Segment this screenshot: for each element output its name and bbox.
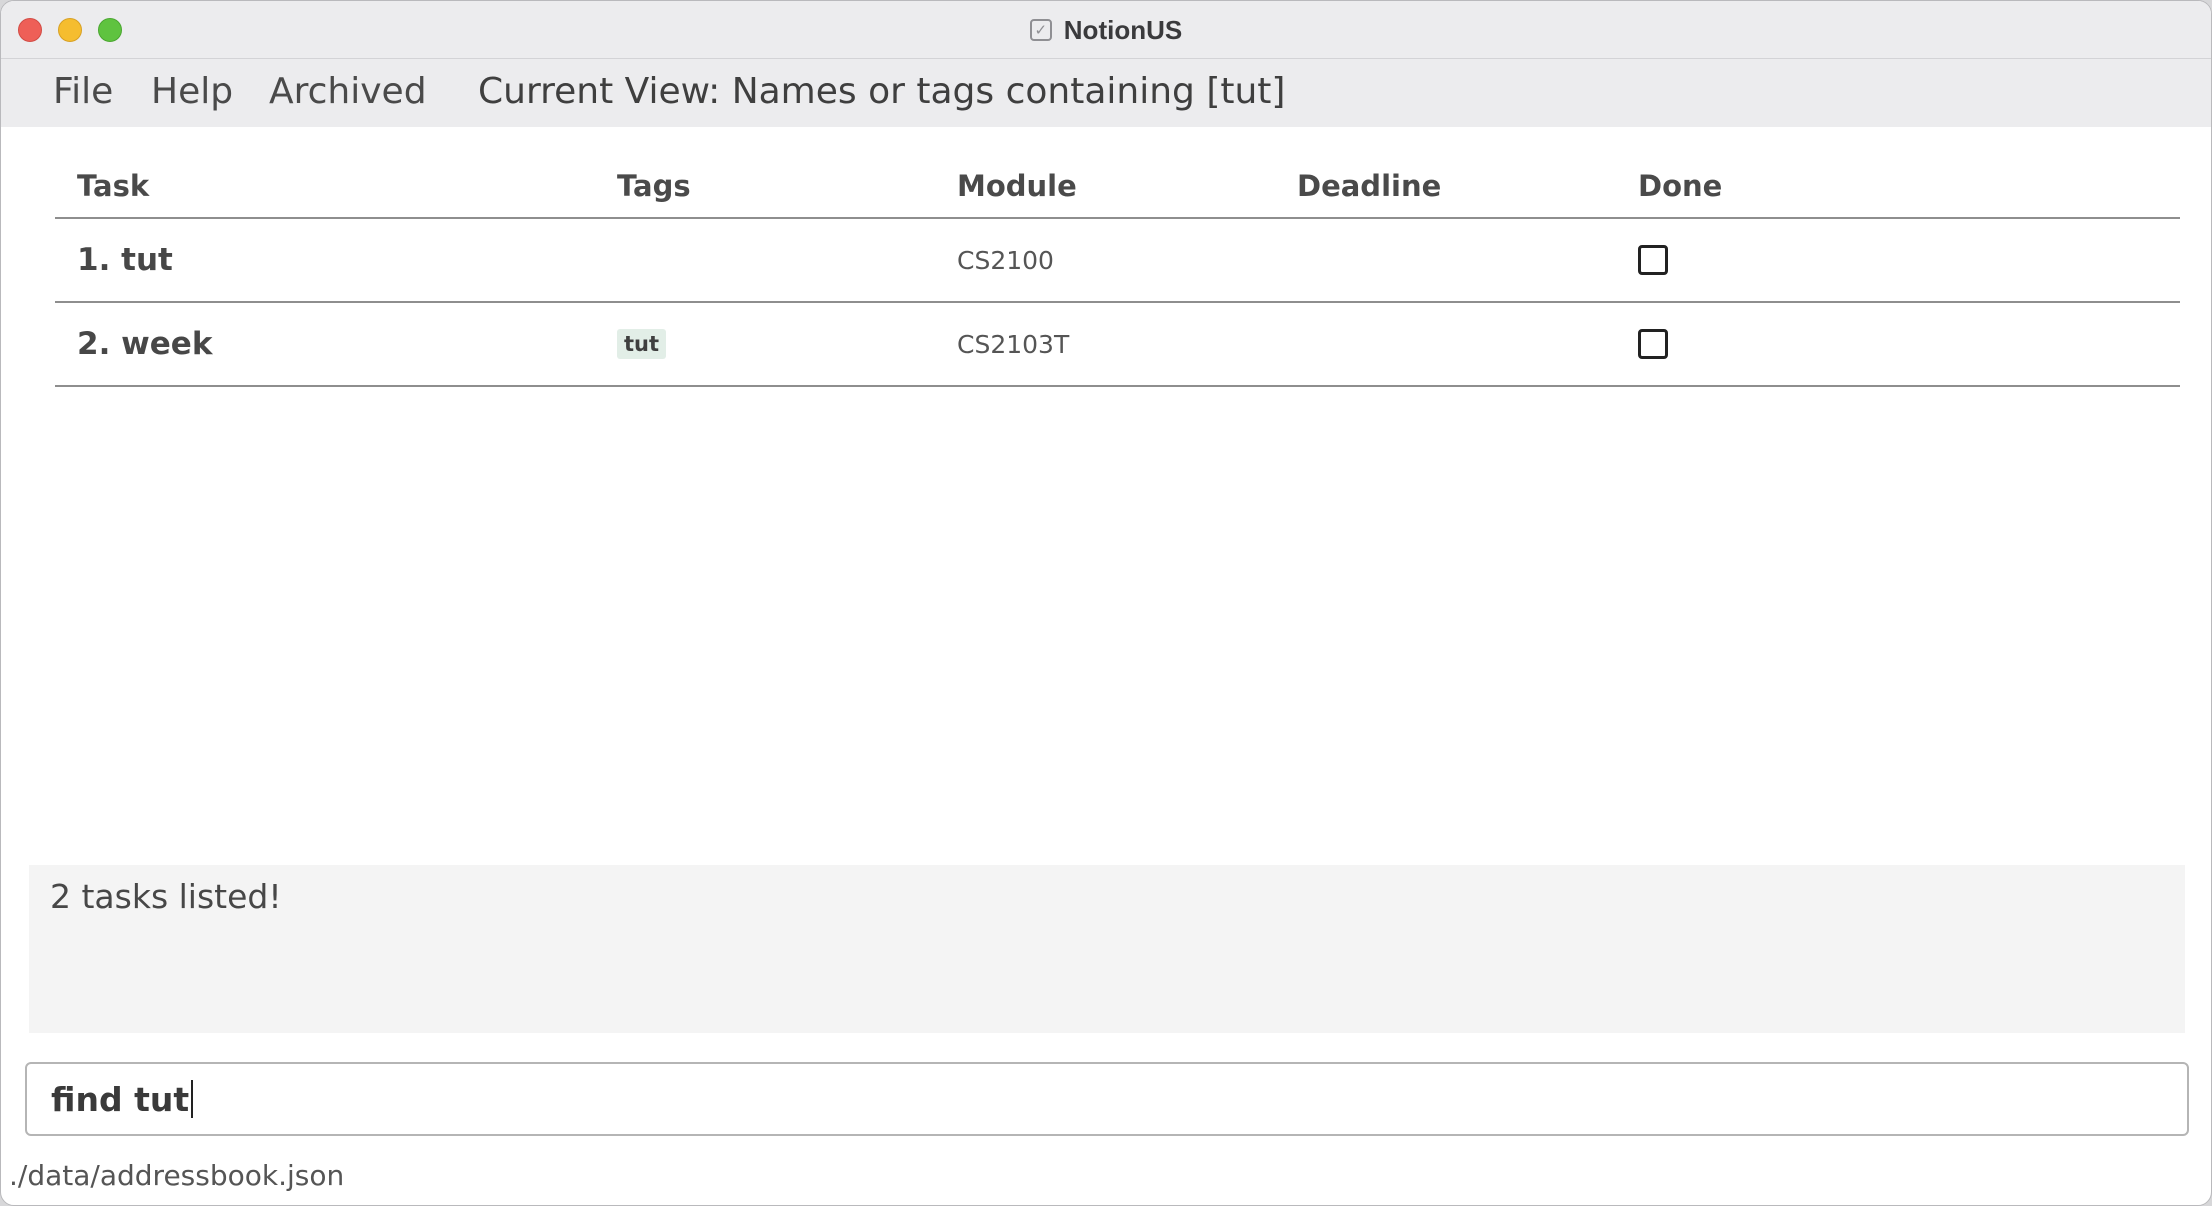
table-row[interactable]: 2. week tut CS2103T xyxy=(55,303,2180,387)
module-cell: CS2103T xyxy=(957,303,1069,385)
table-row[interactable]: 1. tut CS2100 xyxy=(55,219,2180,303)
tags-cell: tut xyxy=(617,303,667,385)
tag-badge: tut xyxy=(617,329,667,359)
task-cell: 1. tut xyxy=(77,219,173,301)
task-cell: 2. week xyxy=(77,303,212,385)
table-header: Task Tags Module Deadline Done xyxy=(55,161,2180,219)
module-code: CS2100 xyxy=(957,245,1054,275)
task-table: Task Tags Module Deadline Done 1. tut CS… xyxy=(55,161,2180,387)
menu-bar: File Help Archived Current View: Names o… xyxy=(1,59,2211,127)
result-display: 2 tasks listed! xyxy=(29,865,2185,1033)
menu-archived[interactable]: Archived xyxy=(269,71,427,112)
menu-file[interactable]: File xyxy=(53,71,113,112)
header-deadline: Deadline xyxy=(1297,169,1442,203)
done-checkbox[interactable] xyxy=(1638,245,1668,275)
task-name: 2. week xyxy=(77,326,213,362)
header-task: Task xyxy=(77,169,150,203)
result-message: 2 tasks listed! xyxy=(50,877,282,916)
status-file-path: ./data/addressbook.json xyxy=(9,1159,345,1192)
module-code: CS2103T xyxy=(957,329,1070,359)
command-text: find tut xyxy=(51,1079,190,1119)
task-name: 1. tut xyxy=(77,242,173,278)
module-cell: CS2100 xyxy=(957,219,1054,301)
command-input[interactable]: find tut xyxy=(27,1079,194,1119)
header-done: Done xyxy=(1638,169,1723,203)
done-checkbox[interactable] xyxy=(1638,329,1668,359)
checkbox-icon: ✓ xyxy=(1029,19,1052,41)
text-caret xyxy=(191,1080,194,1118)
command-box[interactable]: find tut xyxy=(25,1062,2189,1136)
menu-help[interactable]: Help xyxy=(151,71,233,112)
header-module: Module xyxy=(957,169,1077,203)
done-cell xyxy=(1638,303,1668,385)
header-tags: Tags xyxy=(617,169,691,203)
current-view-label: Current View: Names or tags containing [… xyxy=(478,71,1286,112)
window-title-group: ✓ NotionUS xyxy=(1,1,2211,59)
title-bar[interactable]: ✓ NotionUS xyxy=(1,1,2211,59)
window-title: NotionUS xyxy=(1063,14,1183,45)
app-window: ✓ NotionUS File Help Archived Current Vi… xyxy=(0,0,2212,1206)
done-cell xyxy=(1638,219,1668,301)
